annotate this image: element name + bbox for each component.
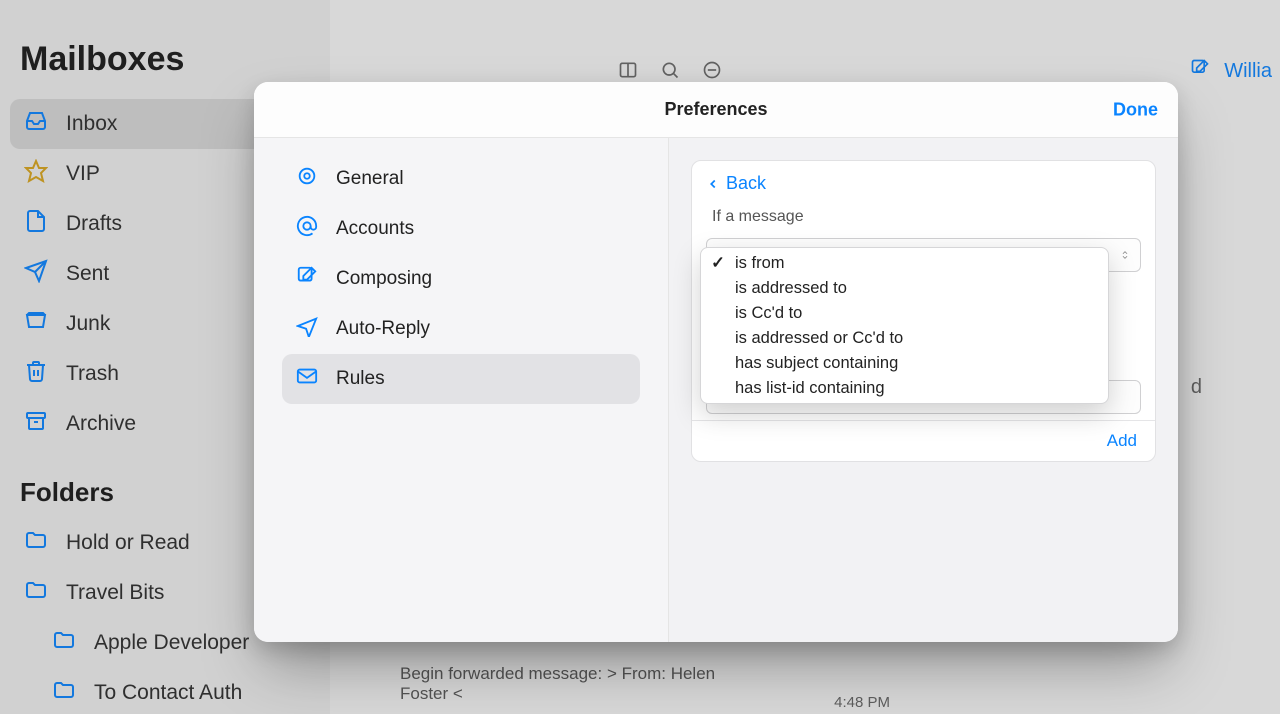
check-icon: ✓ (711, 253, 725, 273)
option-label: is addressed or Cc'd to (735, 329, 903, 348)
compose-icon (296, 265, 318, 293)
sidebar-item-label: Drafts (66, 212, 122, 236)
back-label: Back (726, 173, 766, 194)
modal-topbar: Preferences Done (254, 82, 1178, 138)
condition-option[interactable]: is addressed to (701, 276, 1108, 301)
condition-option[interactable]: is Cc'd to (701, 301, 1108, 326)
modal-title: Preferences (664, 99, 767, 120)
condition-dropdown: ✓ is from is addressed to is Cc'd to is a… (700, 247, 1109, 404)
pref-item-autoreply[interactable]: Auto-Reply (282, 304, 640, 354)
pref-item-label: Auto-Reply (336, 318, 430, 340)
pref-item-label: Accounts (336, 218, 414, 240)
folder-icon (52, 628, 76, 658)
add-button[interactable]: Add (1107, 431, 1137, 450)
condition-option[interactable]: ✓ is from (701, 250, 1108, 276)
preferences-content: Back If a message is from ✓ is from is ad… (669, 138, 1178, 642)
rule-heading: If a message (692, 204, 1155, 232)
folder-label: Hold or Read (66, 531, 190, 555)
done-button[interactable]: Done (1113, 99, 1158, 120)
junk-icon (24, 309, 48, 339)
pref-item-composing[interactable]: Composing (282, 254, 640, 304)
rule-editor-card: Back If a message is from ✓ is from is ad… (691, 160, 1156, 462)
sidebar-item-label: VIP (66, 162, 100, 186)
sidebar-item-label: Trash (66, 362, 119, 386)
at-icon (296, 215, 318, 243)
condition-option[interactable]: has subject containing (701, 351, 1108, 376)
rule-footer: Add (692, 420, 1155, 461)
chevron-updown-icon (1120, 250, 1130, 260)
folder-icon (24, 528, 48, 558)
right-toolbar: Willia (1190, 58, 1272, 84)
pref-item-label: Rules (336, 368, 385, 390)
option-label: has subject containing (735, 354, 898, 373)
sidebar-item-label: Archive (66, 412, 136, 436)
sidebar-item-label: Sent (66, 262, 109, 286)
folder-item[interactable]: To Contact Auth (10, 668, 320, 714)
background-hint-char: d (1191, 376, 1202, 399)
message-preview-line: Foster < (400, 684, 715, 704)
folder-icon (24, 578, 48, 608)
star-icon (24, 159, 48, 189)
inbox-icon (24, 109, 48, 139)
mailboxes-title: Mailboxes (20, 40, 320, 79)
folder-label: Apple Developer (94, 631, 249, 655)
compose-icon[interactable] (1190, 58, 1210, 84)
preferences-sidebar: General Accounts Composing Auto-Reply Ru… (254, 138, 669, 642)
back-button[interactable]: Back (692, 161, 1155, 204)
message-time: 4:48 PM (834, 694, 890, 711)
sidebar-item-label: Junk (66, 312, 110, 336)
file-icon (24, 209, 48, 239)
pref-item-rules[interactable]: Rules (282, 354, 640, 404)
envelope-icon (296, 365, 318, 393)
folder-icon (52, 678, 76, 708)
message-preview-line: Begin forwarded message: > From: Helen (400, 664, 715, 684)
compose-user-label: Willia (1224, 60, 1272, 83)
condition-option[interactable]: has list-id containing (701, 376, 1108, 401)
trash-icon (24, 359, 48, 389)
condition-option[interactable]: is addressed or Cc'd to (701, 326, 1108, 351)
option-label: has list-id containing (735, 379, 885, 398)
option-label: is from (735, 254, 785, 273)
sidebar-item-label: Inbox (66, 112, 117, 136)
archive-icon (24, 409, 48, 439)
gear-icon (296, 165, 318, 193)
pref-item-general[interactable]: General (282, 154, 640, 204)
preferences-modal: Preferences Done General Accounts Compos… (254, 82, 1178, 642)
option-label: is Cc'd to (735, 304, 802, 323)
pref-item-label: Composing (336, 268, 432, 290)
pref-item-accounts[interactable]: Accounts (282, 204, 640, 254)
send-icon (24, 259, 48, 289)
option-label: is addressed to (735, 279, 847, 298)
folder-label: To Contact Auth (94, 681, 242, 705)
folder-label: Travel Bits (66, 581, 164, 605)
pref-item-label: General (336, 168, 404, 190)
plane-icon (296, 315, 318, 343)
message-preview: Begin forwarded message: > From: Helen F… (400, 664, 715, 704)
